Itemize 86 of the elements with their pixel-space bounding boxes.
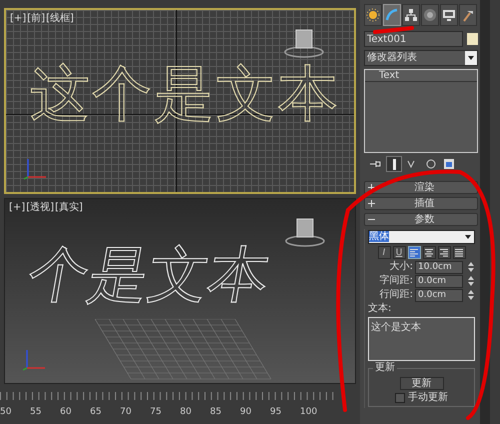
align-left-icon bbox=[409, 248, 419, 258]
frame-number: 60 bbox=[60, 406, 72, 419]
checkbox-label: 手动更新 bbox=[408, 392, 448, 404]
spinner-field[interactable]: 0.0cm bbox=[415, 288, 463, 302]
frame-number: 85 bbox=[210, 406, 222, 419]
plus-icon bbox=[368, 200, 375, 207]
configure-icon bbox=[443, 158, 455, 170]
rollout-header[interactable]: 参数 bbox=[364, 213, 478, 226]
spinner-field[interactable]: 10.0cm bbox=[415, 260, 463, 274]
hierarchy-icon bbox=[404, 8, 418, 22]
perspective-viewport[interactable]: [+][透视][真实] 个是文本 bbox=[4, 198, 356, 384]
frame-number: 80 bbox=[180, 406, 192, 419]
dropdown-value: 修改器列表 bbox=[367, 52, 418, 64]
axis-tripod-icon bbox=[24, 157, 48, 180]
frame-number: 75 bbox=[150, 406, 162, 419]
spinner-label: 大小: bbox=[390, 261, 413, 273]
sun-icon bbox=[366, 8, 380, 22]
align-right-icon bbox=[439, 248, 449, 258]
viewport-menu-label[interactable]: [+] bbox=[10, 13, 26, 25]
justify-button[interactable] bbox=[452, 246, 466, 259]
viewcube-icon[interactable] bbox=[284, 28, 324, 58]
circle-icon bbox=[425, 158, 437, 170]
font-dropdown[interactable]: 黑体 bbox=[368, 230, 475, 244]
hierarchy-tab[interactable] bbox=[402, 4, 420, 26]
rollout-header[interactable]: 插值 bbox=[364, 197, 478, 210]
underline-button[interactable]: U bbox=[392, 246, 406, 259]
stack-item[interactable]: Text bbox=[365, 70, 477, 82]
wheel-icon bbox=[423, 8, 437, 22]
frame-number: 65 bbox=[90, 406, 102, 419]
frame-number: 100 bbox=[300, 406, 318, 419]
text-input-area[interactable]: 这个是文本 bbox=[368, 317, 475, 361]
manual-update-checkbox[interactable] bbox=[395, 393, 405, 403]
spinner-label: 行间距: bbox=[380, 289, 413, 301]
frame-number: 50 bbox=[0, 406, 12, 419]
align-center-button[interactable] bbox=[422, 246, 436, 259]
viewport-menu-label[interactable]: [透视] bbox=[26, 202, 54, 214]
utilities-tab[interactable] bbox=[459, 4, 477, 26]
configure-button[interactable] bbox=[442, 157, 456, 171]
dropdown-arrow-icon bbox=[464, 233, 472, 241]
outline-text: 这个是文本 bbox=[30, 58, 340, 131]
plus-icon bbox=[368, 184, 375, 191]
selected-font-name: 黑体 bbox=[369, 231, 389, 242]
spinner-arrows-icon[interactable] bbox=[467, 261, 475, 273]
frame-number: 90 bbox=[240, 406, 252, 419]
frame-number: 70 bbox=[120, 406, 132, 419]
spinner-label: 字间距: bbox=[380, 275, 413, 287]
justify-icon bbox=[454, 248, 464, 258]
spinner-arrows-icon[interactable] bbox=[467, 289, 475, 301]
monitor-icon bbox=[442, 8, 456, 22]
outline-text: 个是文本 bbox=[22, 239, 276, 312]
modifier-stack-list[interactable]: Text bbox=[364, 69, 478, 153]
scrollbar-track[interactable] bbox=[480, 0, 490, 424]
group-title: 更新 bbox=[373, 362, 397, 374]
frame-number: 55 bbox=[30, 406, 42, 419]
spinner-arrows-icon[interactable] bbox=[467, 275, 475, 287]
object-color-swatch[interactable] bbox=[467, 33, 478, 45]
display-tab[interactable] bbox=[440, 4, 458, 26]
front-viewport[interactable]: [+][前][线框] 这个是文本 bbox=[4, 8, 356, 194]
minus-icon bbox=[368, 216, 375, 223]
frame-number: 95 bbox=[270, 406, 282, 419]
rollout-title: 参数 bbox=[414, 214, 436, 226]
show-end-button[interactable] bbox=[386, 156, 402, 172]
viewport-menu-label[interactable]: [线框] bbox=[46, 13, 74, 25]
update-button[interactable]: 更新 bbox=[400, 377, 444, 390]
dropdown-arrow-icon bbox=[467, 54, 475, 62]
modifier-list-dropdown[interactable]: 修改器列表 bbox=[364, 50, 478, 66]
motion-tab[interactable] bbox=[421, 4, 439, 26]
spinner-field[interactable]: 0.0cm bbox=[415, 274, 463, 288]
italic-button[interactable]: I bbox=[378, 246, 390, 259]
object-name-field[interactable]: Text001 bbox=[364, 31, 463, 47]
align-left-button[interactable] bbox=[408, 246, 420, 259]
rollout-title: 渲染 bbox=[414, 182, 436, 194]
viewport-menu-label[interactable]: [+] bbox=[9, 202, 26, 214]
curve-icon bbox=[385, 8, 399, 22]
axis-tripod-icon bbox=[23, 348, 47, 371]
hammer-icon bbox=[461, 8, 475, 22]
text-label: 文本: bbox=[368, 303, 392, 315]
viewport-menu-label[interactable]: [前] bbox=[27, 13, 45, 25]
rollout-title: 插值 bbox=[414, 198, 436, 210]
remove-button[interactable] bbox=[424, 157, 438, 171]
rollout-header[interactable]: 渲染 bbox=[364, 181, 478, 194]
align-center-icon bbox=[424, 248, 434, 258]
viewport-menu-label[interactable]: [真实] bbox=[55, 202, 83, 214]
viewcube-icon[interactable] bbox=[285, 217, 325, 247]
align-right-button[interactable] bbox=[438, 246, 450, 259]
create-tab[interactable] bbox=[364, 4, 382, 26]
